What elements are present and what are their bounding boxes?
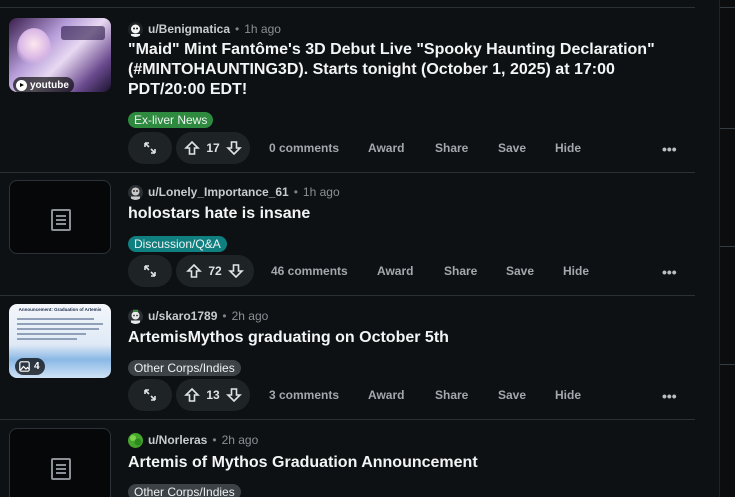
avatar[interactable] bbox=[128, 184, 143, 200]
username[interactable]: u/skaro1789 bbox=[148, 309, 217, 323]
youtube-label: youtube bbox=[30, 79, 69, 91]
post-meta: u/skaro1789 • 2h ago bbox=[128, 307, 268, 325]
rail-divider bbox=[720, 128, 735, 129]
post-time: 2h ago bbox=[221, 433, 259, 447]
post-time: 1h ago bbox=[302, 185, 340, 199]
more-icon[interactable]: ••• bbox=[662, 141, 677, 157]
username[interactable]: u/Norleras bbox=[148, 433, 207, 447]
post-meta: u/Norleras • 2h ago bbox=[128, 431, 258, 449]
thumbnail-banner bbox=[61, 26, 105, 40]
award-button[interactable]: Award bbox=[368, 379, 404, 411]
post-title[interactable]: Artemis of Mythos Graduation Announcemen… bbox=[128, 453, 688, 473]
comments-button[interactable]: 46 comments bbox=[271, 255, 348, 287]
post-meta: u/Lonely_Importance_61 • 1h ago bbox=[128, 183, 340, 201]
meta-separator: • bbox=[212, 433, 217, 447]
upvote-icon[interactable] bbox=[186, 263, 203, 279]
vote-control: 17 bbox=[176, 132, 250, 164]
post-title[interactable]: ArtemisMythos graduating on October 5th bbox=[128, 328, 688, 348]
downvote-icon[interactable] bbox=[227, 263, 244, 279]
post-flair[interactable]: Ex-liver News bbox=[128, 112, 214, 128]
upvote-icon[interactable] bbox=[184, 387, 201, 403]
award-button[interactable]: Award bbox=[368, 132, 404, 164]
share-button[interactable]: Share bbox=[435, 379, 468, 411]
post-actions: 72 46 comments Award Share Save Hide ••• bbox=[128, 255, 688, 287]
post-title[interactable]: holostars hate is insane bbox=[128, 204, 688, 224]
username[interactable]: u/Lonely_Importance_61 bbox=[148, 185, 289, 199]
post-time: 1h ago bbox=[244, 22, 281, 36]
vote-count: 72 bbox=[208, 264, 222, 278]
save-button[interactable]: Save bbox=[498, 379, 526, 411]
post-actions: 17 0 comments Award Share Save Hide ••• bbox=[128, 132, 688, 164]
thumbnail-figure bbox=[17, 28, 51, 68]
avatar[interactable] bbox=[128, 21, 143, 37]
avatar[interactable] bbox=[128, 432, 143, 448]
vote-count: 17 bbox=[206, 141, 220, 155]
post-flair[interactable]: Other Corps/Indies bbox=[128, 360, 241, 376]
hide-button[interactable]: Hide bbox=[555, 132, 581, 164]
text-post-icon bbox=[51, 458, 71, 480]
vote-count: 13 bbox=[206, 388, 220, 402]
hide-button[interactable]: Hide bbox=[563, 255, 589, 287]
vote-control: 13 bbox=[176, 379, 250, 411]
expand-button[interactable] bbox=[128, 132, 172, 164]
thumbnail-text-lines bbox=[17, 318, 103, 346]
meta-separator: • bbox=[235, 22, 240, 36]
expand-icon bbox=[144, 389, 156, 401]
meta-separator: • bbox=[222, 309, 227, 323]
gallery-badge: 4 bbox=[15, 358, 45, 375]
post-card[interactable]: youtube u/Benigmatica • 1h ago "Maid" Mi… bbox=[0, 8, 695, 164]
more-icon[interactable]: ••• bbox=[662, 264, 677, 280]
post-flair[interactable]: Other Corps/Indies bbox=[128, 484, 241, 497]
post-card[interactable]: u/Norleras • 2h ago Artemis of Mythos Gr… bbox=[0, 420, 695, 497]
post-time: 2h ago bbox=[231, 309, 269, 323]
expand-icon bbox=[144, 142, 156, 154]
save-button[interactable]: Save bbox=[498, 132, 526, 164]
post-thumbnail[interactable] bbox=[9, 180, 111, 254]
post-feed: youtube u/Benigmatica • 1h ago "Maid" Mi… bbox=[0, 0, 695, 497]
share-button[interactable]: Share bbox=[444, 255, 477, 287]
post-meta: u/Benigmatica • 1h ago bbox=[128, 20, 281, 38]
thumbnail-title: Announcement: Graduation of Artemis bbox=[18, 307, 102, 312]
rail-divider bbox=[720, 364, 735, 365]
share-button[interactable]: Share bbox=[435, 132, 468, 164]
post-flair[interactable]: Discussion/Q&A bbox=[128, 236, 227, 252]
upvote-icon[interactable] bbox=[184, 140, 201, 156]
post-thumbnail[interactable]: Announcement: Graduation of Artemis 4 bbox=[9, 304, 111, 378]
comments-button[interactable]: 0 comments bbox=[269, 132, 339, 164]
rail-divider bbox=[720, 7, 735, 8]
post-card[interactable]: Announcement: Graduation of Artemis 4 u/… bbox=[0, 296, 695, 420]
downvote-icon[interactable] bbox=[225, 387, 242, 403]
right-rail bbox=[719, 0, 735, 497]
expand-button[interactable] bbox=[128, 255, 172, 287]
username[interactable]: u/Benigmatica bbox=[148, 22, 230, 36]
downvote-icon[interactable] bbox=[225, 140, 242, 156]
comments-button[interactable]: 3 comments bbox=[269, 379, 339, 411]
post-thumbnail[interactable]: youtube bbox=[9, 18, 111, 92]
more-icon[interactable]: ••• bbox=[662, 388, 677, 404]
vote-control: 72 bbox=[176, 255, 254, 287]
youtube-badge: youtube bbox=[13, 77, 74, 92]
gallery-icon bbox=[19, 361, 30, 372]
expand-icon bbox=[144, 265, 156, 277]
post-card[interactable]: u/Lonely_Importance_61 • 1h ago holostar… bbox=[0, 172, 695, 296]
gallery-count: 4 bbox=[34, 361, 40, 372]
save-button[interactable]: Save bbox=[506, 255, 534, 287]
meta-separator: • bbox=[293, 185, 298, 199]
text-post-icon bbox=[51, 209, 71, 231]
award-button[interactable]: Award bbox=[377, 255, 413, 287]
post-title[interactable]: "Maid" Mint Fantôme's 3D Debut Live "Spo… bbox=[128, 40, 688, 100]
hide-button[interactable]: Hide bbox=[555, 379, 581, 411]
youtube-play-icon bbox=[16, 79, 27, 91]
post-actions: 13 3 comments Award Share Save Hide ••• bbox=[128, 379, 688, 411]
rail-divider bbox=[720, 246, 735, 247]
avatar[interactable] bbox=[128, 308, 143, 324]
expand-button[interactable] bbox=[128, 379, 172, 411]
post-thumbnail[interactable] bbox=[9, 428, 111, 497]
